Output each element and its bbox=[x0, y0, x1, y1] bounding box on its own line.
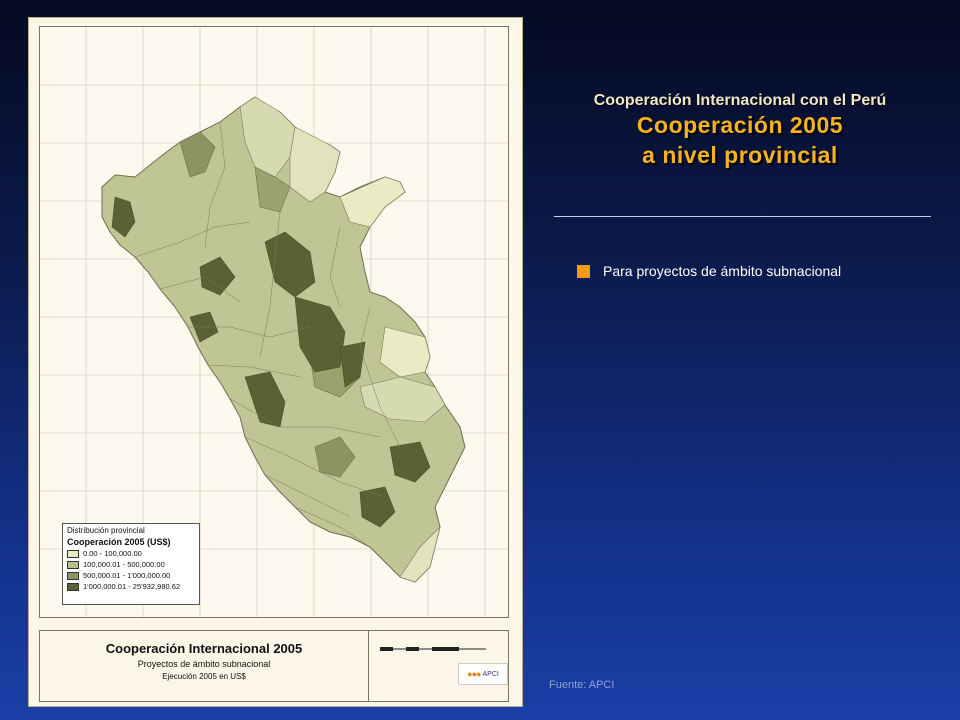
map-title: Cooperación Internacional 2005 bbox=[105, 641, 303, 656]
legend-title: Distribución provincial bbox=[67, 526, 145, 535]
legend-item: 100,000.01 - 500,000.00 bbox=[67, 559, 195, 570]
logo-text: APCI bbox=[482, 670, 499, 678]
scale-bar bbox=[380, 647, 486, 651]
legend-swatch bbox=[67, 582, 79, 591]
logo-mark-icon: ●●● bbox=[467, 669, 481, 679]
map-title-area: Cooperación Internacional 2005 Proyectos… bbox=[40, 631, 369, 701]
legend-item: 0.00 - 100,000.00 bbox=[67, 548, 195, 559]
legend-item-label: 100,000.01 - 500,000.00 bbox=[83, 560, 165, 569]
legend-item: 1'000,000.01 - 25'932,980.62 bbox=[67, 581, 195, 592]
apci-logo: ●●● APCI bbox=[458, 663, 508, 685]
note-text: Para proyectos de ámbito subnacional bbox=[603, 263, 842, 279]
bullet-square-icon bbox=[577, 264, 590, 278]
legend-swatch bbox=[67, 560, 79, 569]
legend-swatch bbox=[67, 549, 79, 558]
legend-item-label: 500,000.01 - 1'000,000.00 bbox=[83, 571, 171, 580]
legend-item-label: 1'000,000.01 - 25'932,980.62 bbox=[83, 582, 181, 591]
map-frame: Distribución provincial Cooperación 2005… bbox=[39, 26, 509, 618]
map-units-note: Ejecución 2005 en US$ bbox=[162, 672, 246, 681]
heading-line-2: Cooperación 2005 bbox=[636, 112, 844, 138]
slide-heading: Cooperación Internacional con el Perú Co… bbox=[540, 92, 940, 170]
legend-subtitle: Cooperación 2005 (US$) bbox=[67, 537, 171, 547]
map-subtitle: Proyectos de ámbito subnacional bbox=[137, 659, 271, 669]
heading-divider bbox=[554, 216, 931, 217]
legend-item-label: 0.00 - 100,000.00 bbox=[83, 549, 142, 558]
legend-swatch bbox=[67, 571, 79, 580]
map-title-block: Cooperación Internacional 2005 Proyectos… bbox=[39, 630, 509, 702]
note-item: Para proyectos de ámbito subnacional bbox=[577, 263, 841, 279]
source-credit: Fuente: APCI bbox=[549, 679, 615, 691]
heading-line-1: Cooperación Internacional con el Perú bbox=[593, 92, 887, 109]
heading-line-3: a nivel provincial bbox=[642, 142, 838, 168]
legend-item: 500,000.01 - 1'000,000.00 bbox=[67, 570, 195, 581]
map-legend: Distribución provincial Cooperación 2005… bbox=[62, 523, 200, 605]
map-panel: Distribución provincial Cooperación 2005… bbox=[28, 17, 523, 707]
